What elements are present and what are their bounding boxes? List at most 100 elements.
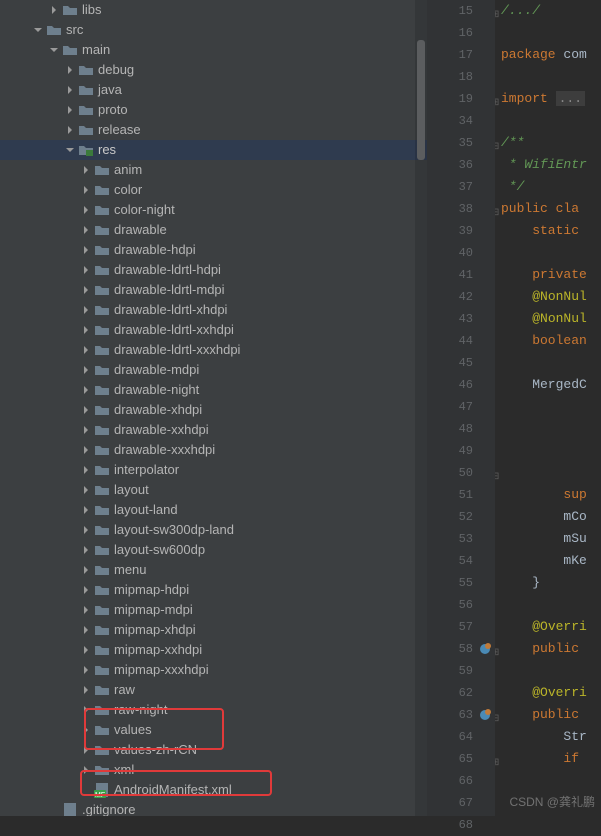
- tree-item-drawable-xhdpi[interactable]: drawable-xhdpi: [0, 400, 427, 420]
- chevron-down-icon[interactable]: [32, 24, 44, 36]
- code-line[interactable]: [495, 352, 601, 374]
- chevron-right-icon[interactable]: [80, 164, 92, 176]
- chevron-right-icon[interactable]: [80, 544, 92, 556]
- fold-collapse-icon[interactable]: ⊟: [495, 467, 501, 477]
- chevron-right-icon[interactable]: [80, 584, 92, 596]
- code-line[interactable]: [495, 594, 601, 616]
- tree-item-drawable-ldrtl-xxxhdpi[interactable]: drawable-ldrtl-xxxhdpi: [0, 340, 427, 360]
- code-line[interactable]: Str: [495, 726, 601, 748]
- code-line[interactable]: static: [495, 220, 601, 242]
- code-line[interactable]: [495, 440, 601, 462]
- code-line[interactable]: ⊟public cla: [495, 198, 601, 220]
- chevron-right-icon[interactable]: [80, 504, 92, 516]
- chevron-right-icon[interactable]: [80, 444, 92, 456]
- tree-item--gitignore[interactable]: .gitignore: [0, 800, 427, 816]
- tree-item-drawable-ldrtl-hdpi[interactable]: drawable-ldrtl-hdpi: [0, 260, 427, 280]
- code-line[interactable]: ⊞import ...: [495, 88, 601, 110]
- tree-item-drawable-hdpi[interactable]: drawable-hdpi: [0, 240, 427, 260]
- chevron-right-icon[interactable]: [64, 104, 76, 116]
- tree-item-mipmap-xhdpi[interactable]: mipmap-xhdpi: [0, 620, 427, 640]
- chevron-right-icon[interactable]: [80, 424, 92, 436]
- chevron-right-icon[interactable]: [80, 684, 92, 696]
- chevron-right-icon[interactable]: [80, 664, 92, 676]
- tree-scrollbar[interactable]: [415, 0, 427, 816]
- code-line[interactable]: sup: [495, 484, 601, 506]
- tree-item-layout-land[interactable]: layout-land: [0, 500, 427, 520]
- tree-item-layout[interactable]: layout: [0, 480, 427, 500]
- chevron-right-icon[interactable]: [64, 64, 76, 76]
- code-line[interactable]: [495, 22, 601, 44]
- chevron-right-icon[interactable]: [80, 244, 92, 256]
- tree-item-color[interactable]: color: [0, 180, 427, 200]
- code-line[interactable]: */: [495, 176, 601, 198]
- tree-item-values-zh-rCN[interactable]: values-zh-rCN: [0, 740, 427, 760]
- code-line[interactable]: mKe: [495, 550, 601, 572]
- code-line[interactable]: mCo: [495, 506, 601, 528]
- chevron-right-icon[interactable]: [80, 724, 92, 736]
- tree-item-AndroidManifest-xml[interactable]: MFAndroidManifest.xml: [0, 780, 427, 800]
- chevron-right-icon[interactable]: [80, 644, 92, 656]
- chevron-right-icon[interactable]: [80, 764, 92, 776]
- chevron-right-icon[interactable]: [80, 364, 92, 376]
- tree-item-proto[interactable]: proto: [0, 100, 427, 120]
- chevron-right-icon[interactable]: [80, 604, 92, 616]
- code-line[interactable]: [495, 418, 601, 440]
- code-line[interactable]: @Overri: [495, 682, 601, 704]
- fold-collapse-icon[interactable]: ⊟: [495, 203, 501, 213]
- code-line[interactable]: [495, 66, 601, 88]
- chevron-right-icon[interactable]: [80, 744, 92, 756]
- code-line[interactable]: private: [495, 264, 601, 286]
- chevron-right-icon[interactable]: [80, 304, 92, 316]
- code-line[interactable]: ⊞ if: [495, 748, 601, 770]
- tree-item-drawable-ldrtl-xxhdpi[interactable]: drawable-ldrtl-xxhdpi: [0, 320, 427, 340]
- tree-item-layout-sw300dp-land[interactable]: layout-sw300dp-land: [0, 520, 427, 540]
- tree-item-drawable-ldrtl-xhdpi[interactable]: drawable-ldrtl-xhdpi: [0, 300, 427, 320]
- code-line[interactable]: ⊞ public: [495, 638, 601, 660]
- override-marker-icon[interactable]: [477, 707, 493, 723]
- tree-item-drawable-xxxhdpi[interactable]: drawable-xxxhdpi: [0, 440, 427, 460]
- tree-item-color-night[interactable]: color-night: [0, 200, 427, 220]
- code-line[interactable]: [495, 396, 601, 418]
- chevron-right-icon[interactable]: [64, 124, 76, 136]
- code-line[interactable]: ⊟: [495, 462, 601, 484]
- chevron-right-icon[interactable]: [80, 624, 92, 636]
- tree-item-anim[interactable]: anim: [0, 160, 427, 180]
- code-line[interactable]: mSu: [495, 528, 601, 550]
- chevron-right-icon[interactable]: [80, 564, 92, 576]
- chevron-right-icon[interactable]: [80, 264, 92, 276]
- tree-item-raw[interactable]: raw: [0, 680, 427, 700]
- tree-item-raw-night[interactable]: raw-night: [0, 700, 427, 720]
- tree-item-drawable-xxhdpi[interactable]: drawable-xxhdpi: [0, 420, 427, 440]
- chevron-right-icon[interactable]: [80, 284, 92, 296]
- chevron-down-icon[interactable]: [48, 44, 60, 56]
- code-line[interactable]: [495, 242, 601, 264]
- override-marker-icon[interactable]: [477, 641, 493, 657]
- code-line[interactable]: [495, 110, 601, 132]
- tree-item-interpolator[interactable]: interpolator: [0, 460, 427, 480]
- code-line[interactable]: @NonNul: [495, 308, 601, 330]
- chevron-down-icon[interactable]: [64, 144, 76, 156]
- fold-expand-icon[interactable]: ⊞: [495, 93, 501, 103]
- tree-item-drawable-night[interactable]: drawable-night: [0, 380, 427, 400]
- tree-item-layout-sw600dp[interactable]: layout-sw600dp: [0, 540, 427, 560]
- chevron-right-icon[interactable]: [80, 404, 92, 416]
- chevron-right-icon[interactable]: [80, 344, 92, 356]
- tree-item-drawable-mdpi[interactable]: drawable-mdpi: [0, 360, 427, 380]
- chevron-right-icon[interactable]: [80, 324, 92, 336]
- code-line[interactable]: package com: [495, 44, 601, 66]
- chevron-right-icon[interactable]: [80, 204, 92, 216]
- project-tree-panel[interactable]: libssrcmaindebugjavaprotoreleaseresanimc…: [0, 0, 427, 816]
- tree-item-release[interactable]: release: [0, 120, 427, 140]
- fold-expand-icon[interactable]: ⊞: [495, 753, 501, 763]
- code-line[interactable]: }: [495, 572, 601, 594]
- tree-item-mipmap-xxxhdpi[interactable]: mipmap-xxxhdpi: [0, 660, 427, 680]
- tree-item-xml[interactable]: xml: [0, 760, 427, 780]
- fold-collapse-icon[interactable]: ⊟: [495, 709, 501, 719]
- scrollbar-thumb[interactable]: [417, 40, 425, 160]
- code-line[interactable]: boolean: [495, 330, 601, 352]
- tree-item-libs[interactable]: libs: [0, 0, 427, 20]
- code-line[interactable]: ⊟/**: [495, 132, 601, 154]
- tree-item-main[interactable]: main: [0, 40, 427, 60]
- code-line[interactable]: ⊞/.../: [495, 0, 601, 22]
- chevron-right-icon[interactable]: [80, 704, 92, 716]
